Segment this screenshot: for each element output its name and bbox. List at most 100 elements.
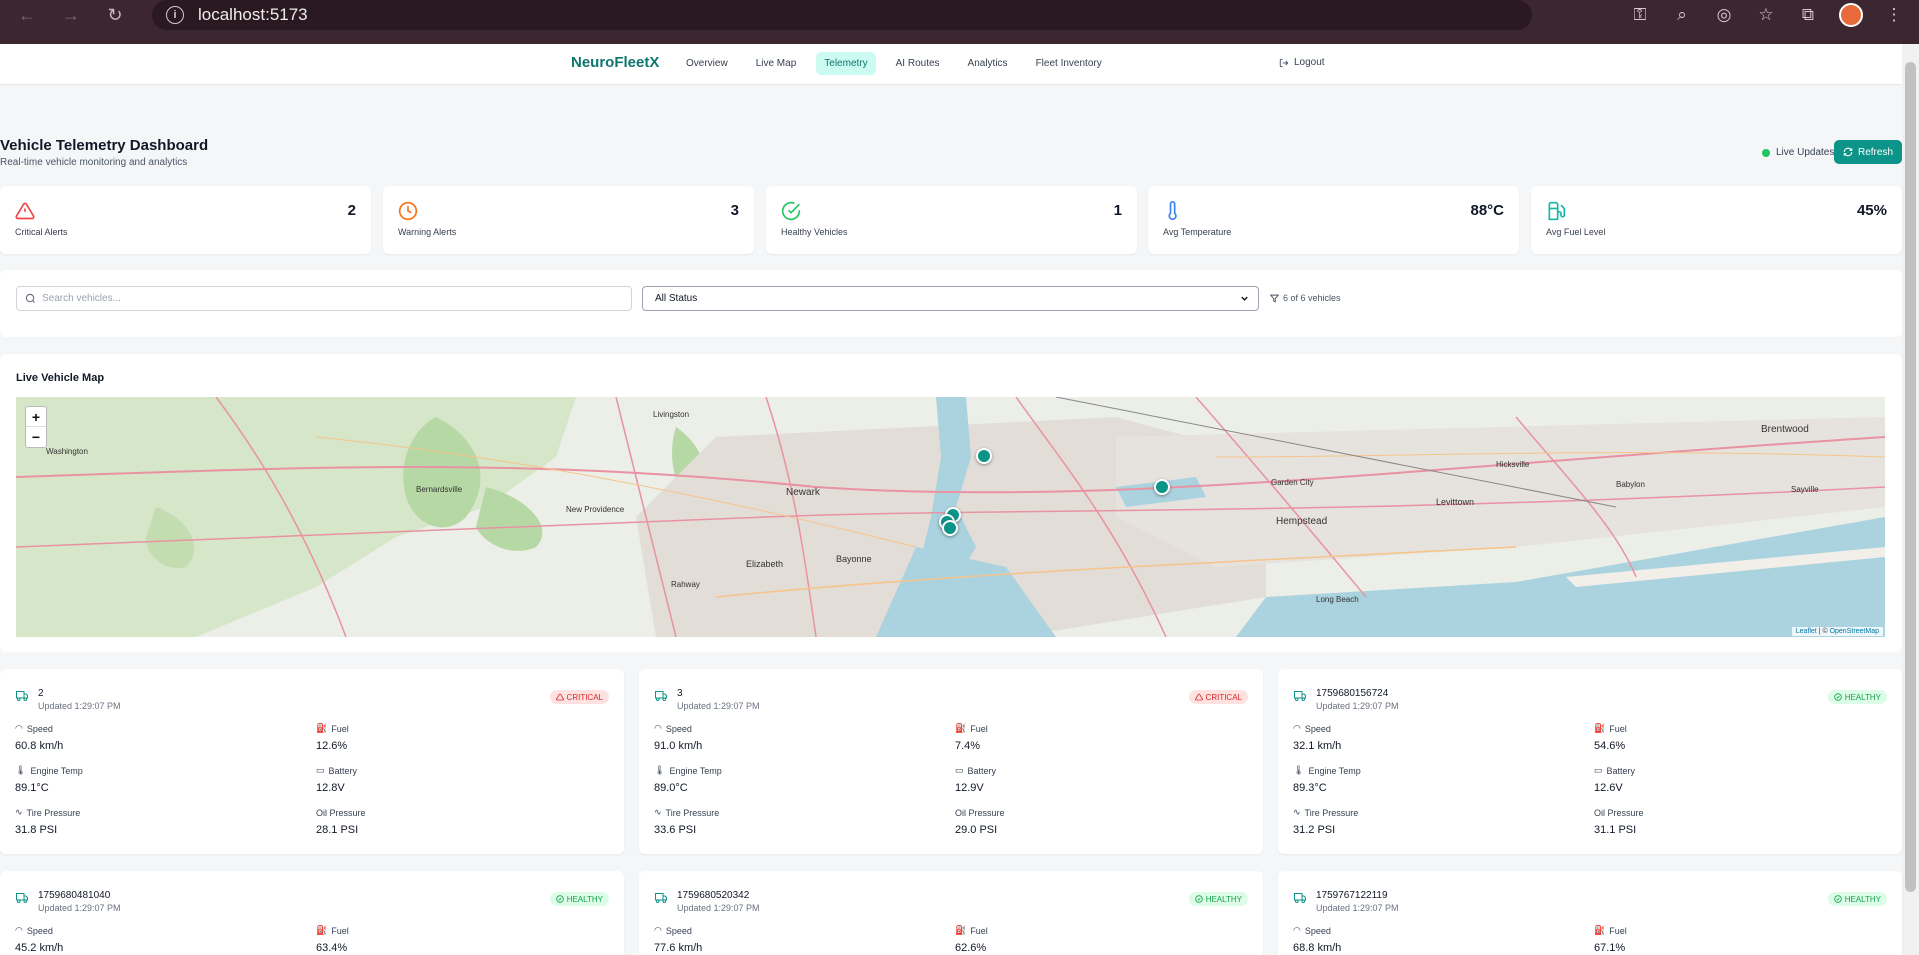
nav-telemetry[interactable]: Telemetry	[816, 52, 876, 75]
metric-value: 68.8 km/h	[1293, 942, 1342, 954]
site-info-icon[interactable]: i	[166, 6, 184, 24]
menu-kebab-icon[interactable]: ⋮	[1883, 5, 1905, 25]
fuel-icon: ⛽	[316, 925, 328, 935]
logout-button[interactable]: Logout	[1279, 57, 1325, 68]
page-scrollbar[interactable]	[1902, 44, 1919, 955]
reload-icon[interactable]: ↻	[100, 0, 130, 30]
extensions-icon[interactable]: ⧉	[1797, 5, 1819, 25]
status-badge: HEALTHY	[1188, 892, 1248, 906]
status-select[interactable]: All Status	[642, 286, 1259, 311]
vehicle-card[interactable]: 2 Updated 1:29:07 PM CRITICAL ◠ Speed 60.8…	[0, 669, 624, 854]
stat-label: Warning Alerts	[398, 227, 457, 237]
address-bar[interactable]: i localhost:5173	[152, 0, 1532, 30]
metric-fuel: ⛽ Fuel 12.6%	[316, 723, 349, 752]
osm-link[interactable]: OpenStreetMap	[1830, 628, 1879, 635]
alert-triangle-icon	[1194, 693, 1203, 701]
key-icon[interactable]: ⚿	[1629, 5, 1651, 25]
map-label: Hicksville	[1496, 460, 1530, 469]
map-label: Rahway	[671, 580, 700, 589]
vehicle-updated: Updated 1:29:07 PM	[38, 701, 121, 711]
url-text: localhost:5173	[198, 5, 308, 24]
stat-avg-temperature: Avg Temperature 88°C	[1148, 186, 1519, 254]
back-icon[interactable]: ←	[12, 0, 42, 30]
scrollbar-thumb[interactable]	[1905, 62, 1916, 892]
vehicle-marker[interactable]	[976, 448, 992, 464]
metric-label: Tire Pressure	[665, 807, 720, 818]
map-label: Babylon	[1616, 480, 1645, 489]
truck-icon	[16, 691, 28, 701]
status-badge: HEALTHY	[1827, 690, 1887, 704]
forward-icon[interactable]: →	[56, 0, 86, 30]
nav-fleet-inventory[interactable]: Fleet Inventory	[1028, 52, 1110, 75]
metric-tire-pressure: ∿ Tire Pressure 31.8 PSI	[15, 807, 80, 836]
metric-value: 7.4%	[955, 740, 981, 752]
chevron-down-icon	[1241, 296, 1248, 301]
truck-icon	[655, 691, 667, 701]
metric-fuel: ⛽ Fuel 63.4%	[316, 925, 349, 954]
map-label: Levittown	[1436, 497, 1474, 507]
metric-label: Battery	[967, 765, 997, 776]
nav-live-map[interactable]: Live Map	[748, 52, 805, 75]
refresh-icon	[1843, 147, 1853, 157]
leaflet-link[interactable]: Leaflet	[1796, 628, 1817, 635]
metric-label: Oil Pressure	[316, 807, 366, 818]
zoom-in-button[interactable]: +	[26, 407, 46, 427]
metric-label: Oil Pressure	[955, 807, 1005, 818]
vehicle-marker[interactable]	[942, 520, 958, 536]
metric-value: 12.6%	[316, 740, 348, 752]
metric-speed: ◠ Speed 77.6 km/h	[654, 925, 702, 954]
activity-icon: ∿	[1293, 807, 1301, 817]
metric-label: Fuel	[331, 925, 349, 936]
vehicle-card[interactable]: 1759680156724 Updated 1:29:07 PM HEALTHY…	[1278, 669, 1902, 854]
page-subtitle: Real-time vehicle monitoring and analyti…	[0, 157, 188, 168]
zoom-icon[interactable]: ⌕	[1671, 5, 1693, 25]
vehicle-card[interactable]: 1759680481040 Updated 1:29:07 PM HEALTHY…	[0, 871, 624, 955]
brand-logo[interactable]: NeuroFleetX	[571, 54, 659, 71]
metric-label: Engine Temp	[30, 765, 83, 776]
activity-icon: ∿	[654, 807, 662, 817]
vehicle-card[interactable]: 1759767122119 Updated 1:29:07 PM HEALTHY…	[1278, 871, 1902, 955]
gauge-icon: ◠	[15, 723, 23, 733]
map-view[interactable]: Newark Hempstead Levittown Elizabeth Bay…	[16, 397, 1885, 637]
map-attribution: Leaflet | © OpenStreetMap	[1791, 627, 1883, 636]
nav-ai-routes[interactable]: AI Routes	[888, 52, 948, 75]
nav-overview[interactable]: Overview	[678, 52, 736, 75]
logout-label: Logout	[1294, 57, 1325, 68]
profile-avatar[interactable]	[1839, 3, 1863, 27]
eye-off-icon[interactable]: ◎	[1713, 5, 1735, 25]
search-input[interactable]	[42, 293, 602, 304]
metric-oil-pressure: Oil Pressure 29.0 PSI	[955, 807, 1005, 837]
nav-analytics[interactable]: Analytics	[960, 52, 1016, 75]
stat-value: 88°C	[1470, 202, 1504, 219]
metric-label: Tire Pressure	[26, 807, 81, 818]
vehicle-card[interactable]: 3 Updated 1:29:07 PM CRITICAL ◠ Speed 91.0…	[639, 669, 1263, 854]
metric-label: Fuel	[331, 723, 349, 734]
refresh-button[interactable]: Refresh	[1834, 140, 1902, 164]
stat-avg-fuel-level: Avg Fuel Level 45%	[1531, 186, 1902, 254]
vehicle-card[interactable]: 1759680520342 Updated 1:29:07 PM HEALTHY…	[639, 871, 1263, 955]
metric-speed: ◠ Speed 45.2 km/h	[15, 925, 63, 954]
filter-panel: All Status 6 of 6 vehicles	[0, 270, 1902, 337]
stat-label: Avg Fuel Level	[1546, 227, 1606, 237]
vehicle-id: 2	[38, 688, 44, 699]
vehicle-updated: Updated 1:29:07 PM	[1316, 903, 1399, 913]
metric-engine-temp: 🌡 Engine Temp 89.3°C	[1293, 765, 1361, 794]
metric-value: 91.0 km/h	[654, 740, 703, 752]
stat-value: 3	[730, 202, 739, 219]
fuel-icon: ⛽	[316, 723, 328, 733]
metric-tire-pressure: ∿ Tire Pressure 33.6 PSI	[654, 807, 719, 836]
search-box[interactable]	[16, 286, 632, 311]
zoom-out-button[interactable]: −	[26, 427, 46, 447]
map-title: Live Vehicle Map	[16, 372, 105, 384]
metric-value: 89.0°C	[654, 782, 688, 794]
live-updates-label: Live Updates	[1776, 147, 1835, 158]
vehicle-updated: Updated 1:29:07 PM	[38, 903, 121, 913]
map-label: Garden City	[1271, 478, 1314, 487]
metric-fuel: ⛽ Fuel 54.6%	[1594, 723, 1627, 752]
status-badge-label: CRITICAL	[1205, 692, 1242, 702]
metric-oil-pressure: Oil Pressure 28.1 PSI	[316, 807, 366, 837]
vehicle-marker[interactable]	[1154, 479, 1170, 495]
metric-fuel: ⛽ Fuel 7.4%	[955, 723, 988, 752]
metric-fuel: ⛽ Fuel 62.6%	[955, 925, 988, 954]
star-icon[interactable]: ☆	[1755, 5, 1777, 25]
